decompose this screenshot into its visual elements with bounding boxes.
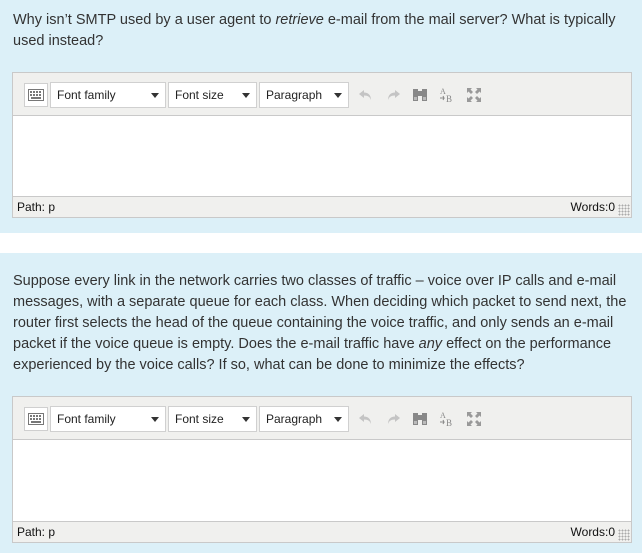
spellcheck-button[interactable]: A B bbox=[435, 83, 459, 107]
editor-toolbar: Font family Font size Paragraph A B bbox=[13, 73, 631, 116]
redo-icon bbox=[388, 414, 400, 424]
chevron-down-icon bbox=[151, 93, 159, 98]
word-count: Words:0 bbox=[570, 525, 615, 539]
rich-text-editor: Font family Font size Paragraph A B Path… bbox=[12, 72, 632, 218]
question-1: Why isn’t SMTP used by a user agent to r… bbox=[0, 0, 642, 233]
element-path: Path: p bbox=[17, 525, 56, 539]
question-text-part: Why isn’t SMTP used by a user agent to bbox=[13, 12, 276, 28]
paragraph-label: Paragraph bbox=[266, 88, 323, 102]
resize-grip-icon[interactable] bbox=[618, 529, 630, 541]
word-count: Words:0 bbox=[570, 200, 615, 214]
font-size-select[interactable]: Font size bbox=[168, 82, 257, 108]
spellcheck-button[interactable]: A B bbox=[435, 407, 459, 431]
font-size-label: Font size bbox=[175, 88, 224, 102]
undo-button[interactable] bbox=[354, 83, 378, 107]
question-text-emphasis: any bbox=[418, 336, 443, 352]
element-path: Path: p bbox=[17, 200, 56, 214]
paragraph-format-select[interactable]: Paragraph bbox=[259, 82, 349, 108]
font-family-label: Font family bbox=[57, 88, 116, 102]
question-2: Suppose every link in the network carrie… bbox=[0, 253, 642, 553]
rich-text-editor: Font family Font size Paragraph A B Path… bbox=[12, 396, 632, 543]
chevron-down-icon bbox=[151, 417, 159, 422]
question-text: Why isn’t SMTP used by a user agent to r… bbox=[13, 10, 635, 52]
toolbar-toggle-icon[interactable] bbox=[24, 407, 48, 431]
toolbar-toggle-icon[interactable] bbox=[24, 83, 48, 107]
redo-button[interactable] bbox=[381, 83, 405, 107]
font-size-label: Font size bbox=[175, 412, 224, 426]
resize-grip-icon[interactable] bbox=[618, 204, 630, 216]
redo-button[interactable] bbox=[381, 407, 405, 431]
binoculars-icon bbox=[413, 413, 427, 425]
font-size-select[interactable]: Font size bbox=[168, 406, 257, 432]
editor-content-area[interactable] bbox=[13, 440, 631, 522]
fullscreen-button[interactable] bbox=[462, 83, 486, 107]
redo-icon bbox=[388, 90, 400, 100]
binoculars-icon bbox=[413, 89, 427, 101]
spellcheck-icon: A B bbox=[440, 411, 452, 428]
chevron-down-icon bbox=[242, 417, 250, 422]
font-family-select[interactable]: Font family bbox=[50, 406, 166, 432]
editor-statusbar: Path: p Words:0 bbox=[13, 521, 631, 542]
fullscreen-icon bbox=[467, 88, 481, 102]
chevron-down-icon bbox=[334, 93, 342, 98]
question-text-emphasis: retrieve bbox=[275, 12, 324, 28]
undo-icon bbox=[359, 414, 371, 424]
undo-button[interactable] bbox=[354, 407, 378, 431]
find-button[interactable] bbox=[408, 407, 432, 431]
svg-text:B: B bbox=[446, 94, 452, 104]
fullscreen-button[interactable] bbox=[462, 407, 486, 431]
font-family-label: Font family bbox=[57, 412, 116, 426]
editor-statusbar: Path: p Words:0 bbox=[13, 196, 631, 217]
editor-toolbar: Font family Font size Paragraph A B bbox=[13, 397, 631, 440]
question-text: Suppose every link in the network carrie… bbox=[13, 271, 635, 376]
editor-content-area[interactable] bbox=[13, 116, 631, 197]
svg-text:B: B bbox=[446, 418, 452, 428]
spellcheck-icon: A B bbox=[440, 87, 452, 104]
fullscreen-icon bbox=[467, 412, 481, 426]
undo-icon bbox=[359, 90, 371, 100]
paragraph-label: Paragraph bbox=[266, 412, 323, 426]
font-family-select[interactable]: Font family bbox=[50, 82, 166, 108]
chevron-down-icon bbox=[334, 417, 342, 422]
chevron-down-icon bbox=[242, 93, 250, 98]
find-button[interactable] bbox=[408, 83, 432, 107]
paragraph-format-select[interactable]: Paragraph bbox=[259, 406, 349, 432]
